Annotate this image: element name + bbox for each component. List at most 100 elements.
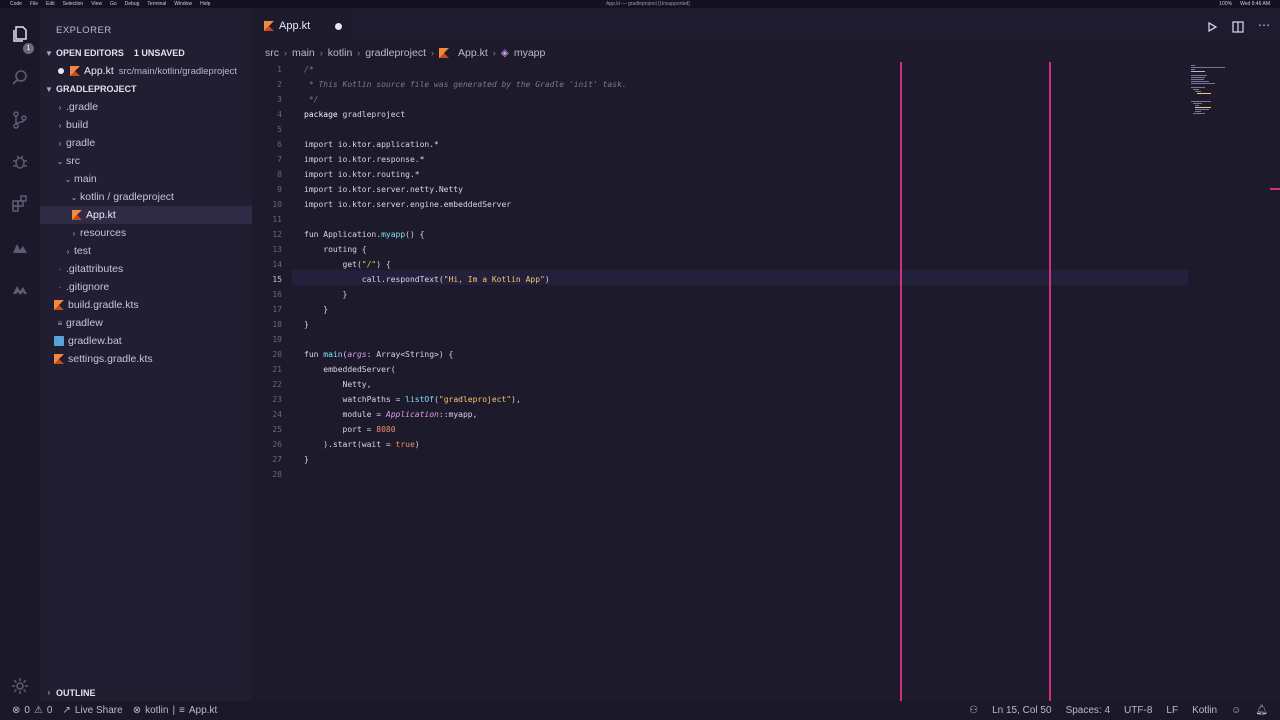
line-number: 18 [272, 320, 282, 329]
unsaved-dot-icon[interactable] [335, 23, 342, 30]
menu-terminal[interactable]: Terminal [147, 1, 166, 7]
gear-icon[interactable] [8, 674, 32, 698]
menu-help[interactable]: Help [200, 1, 210, 7]
tree-item-gitattributes[interactable]: · .gitattributes [40, 260, 252, 278]
tree-item-build[interactable]: › build [40, 116, 252, 134]
run-icon[interactable] [1206, 20, 1218, 38]
line-number: 4 [277, 110, 282, 119]
line-ending[interactable]: LF [1166, 705, 1178, 716]
menu-file[interactable]: File [30, 1, 38, 7]
error-icon: ⊗ [12, 705, 21, 716]
breadcrumb-kotlin[interactable]: kotlin [328, 47, 353, 59]
tree-item-gradlew-bat[interactable]: gradlew.bat [40, 332, 252, 350]
breadcrumb-myapp[interactable]: myapp [514, 47, 546, 59]
tree-item-gradle-dir[interactable]: › .gradle [40, 98, 252, 116]
breadcrumb-app-kt[interactable]: App.kt [458, 47, 488, 59]
code-line: */ [304, 95, 319, 104]
tree-item-main[interactable]: ⌄ main [40, 170, 252, 188]
editor-actions: ⋯ [1206, 19, 1270, 38]
line-number: 5 [277, 125, 282, 134]
indentation[interactable]: Spaces: 4 [1066, 705, 1110, 716]
line-number: 23 [272, 395, 282, 404]
clock[interactable]: Wed 9:46 AM [1240, 1, 1270, 7]
split-editor-icon[interactable] [1232, 20, 1244, 38]
outline-header[interactable]: › OUTLINE [40, 684, 252, 701]
tree-label: gradlew.bat [68, 335, 122, 347]
tree-label: test [74, 245, 91, 257]
more-actions-icon[interactable]: ⋯ [1258, 19, 1270, 38]
scrollbar-marker[interactable] [1270, 188, 1280, 190]
tree-item-settings-gradle-kts[interactable]: settings.gradle.kts [40, 350, 252, 368]
breadcrumb-gradleproject[interactable]: gradleproject [365, 47, 426, 59]
tree-item-kotlin-package[interactable]: ⌄ kotlin / gradleproject [40, 188, 252, 206]
line-number: 13 [272, 245, 282, 254]
problems-indicator[interactable]: ⊗ 0 ⚠ 0 [12, 705, 52, 716]
minimap-line [1191, 65, 1195, 66]
menu-go[interactable]: Go [110, 1, 117, 7]
code-line: * This Kotlin source file was generated … [304, 80, 627, 89]
minimap-line [1191, 81, 1209, 82]
tree-item-gradlew[interactable]: ≡ gradlew [40, 314, 252, 332]
bell-icon[interactable]: 🔔︎ [1255, 705, 1268, 716]
file-icon: ≡ [57, 318, 63, 328]
dot-file-icon: · [58, 264, 62, 274]
tree-item-gitignore[interactable]: · .gitignore [40, 278, 252, 296]
breadcrumb-src[interactable]: src [265, 47, 279, 59]
broadcast-icon[interactable]: ⚇ [969, 705, 978, 716]
kotlin-file-icon [438, 48, 449, 58]
cursor-position[interactable]: Ln 15, Col 50 [992, 705, 1052, 716]
folder-icon: ⊗ [132, 705, 142, 716]
source-control-icon[interactable] [8, 108, 32, 132]
status-breadcrumb[interactable]: ⊗ kotlin | ≡ App.kt [133, 705, 218, 716]
line-number: 24 [272, 410, 282, 419]
extensions-icon[interactable] [8, 192, 32, 216]
project-header[interactable]: ▼ GRADLEPROJECT [40, 80, 252, 98]
code-line: ).start(wait = true) [304, 437, 419, 452]
menu-window[interactable]: Window [174, 1, 192, 7]
line-number: 22 [272, 380, 282, 389]
language-mode[interactable]: Kotlin [1192, 705, 1217, 716]
code-line: module = Application::myapp, [304, 407, 478, 422]
code-line: routing { [304, 245, 367, 254]
editor-ruler [900, 62, 902, 701]
menu-view[interactable]: View [91, 1, 102, 7]
tab-app-kt[interactable]: App.kt [252, 8, 352, 44]
code-line: fun main(args: Array<String>) { [304, 347, 453, 362]
tree-item-src[interactable]: ⌄ src [40, 152, 252, 170]
feedback-icon[interactable]: ☺ [1231, 705, 1241, 716]
live-share-icon[interactable] [8, 236, 32, 260]
minimap[interactable] [1188, 62, 1272, 701]
tree-item-test[interactable]: › test [40, 242, 252, 260]
chevron-right-icon: › [47, 688, 51, 697]
breadcrumb-main[interactable]: main [292, 47, 315, 59]
minimap-line [1191, 69, 1195, 70]
tree-item-app-kt[interactable]: App.kt [40, 206, 252, 224]
tree-label: settings.gradle.kts [68, 353, 153, 365]
chevron-right-icon: › [357, 48, 361, 58]
menu-selection[interactable]: Selection [63, 1, 84, 7]
kotlin-icon[interactable] [8, 278, 32, 302]
tree-item-gradle[interactable]: › gradle [40, 134, 252, 152]
code-line: import io.ktor.routing.* [304, 170, 420, 179]
function-name: main [323, 350, 343, 359]
open-editor-path: src/main/kotlin/gradleproject [118, 65, 238, 77]
tree-item-build-gradle-kts[interactable]: build.gradle.kts [40, 296, 252, 314]
open-editor-item[interactable]: App.kt src/main/kotlin/gradleproject [40, 62, 252, 80]
kotlin-file-icon [70, 66, 80, 76]
chevron-right-icon: › [58, 120, 62, 130]
kotlin-file-icon [54, 354, 64, 364]
debug-icon[interactable] [8, 150, 32, 174]
code-line: embeddedServer( [304, 365, 396, 374]
search-icon[interactable] [8, 66, 32, 90]
menu-code[interactable]: Code [10, 1, 22, 7]
menu-debug[interactable]: Debug [125, 1, 140, 7]
menu-edit[interactable]: Edit [46, 1, 55, 7]
unsaved-badge: 1 [23, 43, 34, 54]
minimap-line [1191, 75, 1207, 76]
line-number: 1 [277, 65, 282, 74]
tree-item-resources[interactable]: › resources [40, 224, 252, 242]
open-editors-header[interactable]: ▼ OPEN EDITORS 1 UNSAVED [40, 44, 252, 62]
live-share-button[interactable]: ↗ Live Share [62, 705, 122, 716]
encoding[interactable]: UTF-8 [1124, 705, 1152, 716]
battery-level[interactable]: 100% [1219, 1, 1232, 7]
